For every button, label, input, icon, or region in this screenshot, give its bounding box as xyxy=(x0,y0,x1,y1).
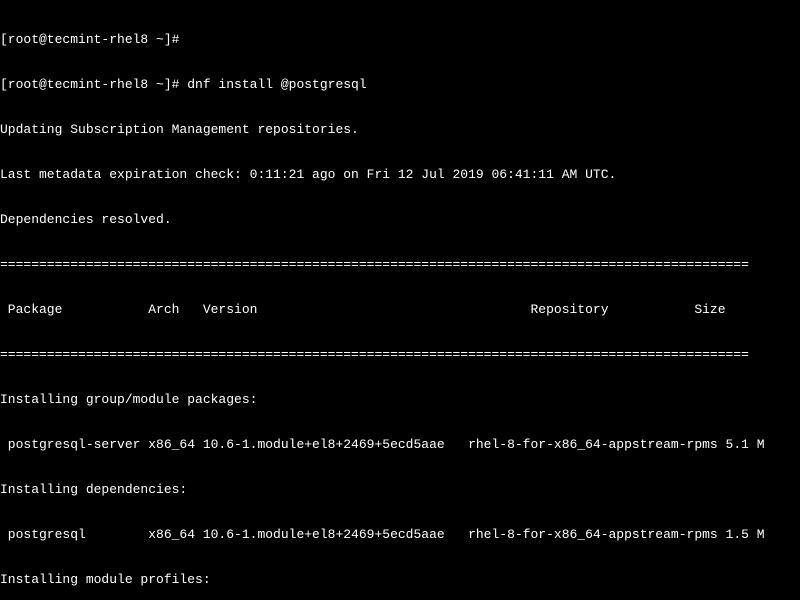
section-module-profiles: Installing module profiles: xyxy=(0,572,800,587)
command-line: [root@tecmint-rhel8 ~]# dnf install @pos… xyxy=(0,77,800,92)
section-dependencies: Installing dependencies: xyxy=(0,482,800,497)
status-updating-repos: Updating Subscription Management reposit… xyxy=(0,122,800,137)
divider-header: ========================================… xyxy=(0,347,800,362)
section-group-packages: Installing group/module packages: xyxy=(0,392,800,407)
status-deps-resolved: Dependencies resolved. xyxy=(0,212,800,227)
status-metadata-check: Last metadata expiration check: 0:11:21 … xyxy=(0,167,800,182)
divider-top: ========================================… xyxy=(0,257,800,272)
prompt-line-empty: [root@tecmint-rhel8 ~]# xyxy=(0,32,800,47)
table-header: Package Arch Version Repository Size xyxy=(0,302,800,317)
terminal-window[interactable]: [root@tecmint-rhel8 ~]# [root@tecmint-rh… xyxy=(0,0,800,600)
table-row: postgresql x86_64 10.6-1.module+el8+2469… xyxy=(0,527,800,542)
table-row: postgresql-server x86_64 10.6-1.module+e… xyxy=(0,437,800,452)
